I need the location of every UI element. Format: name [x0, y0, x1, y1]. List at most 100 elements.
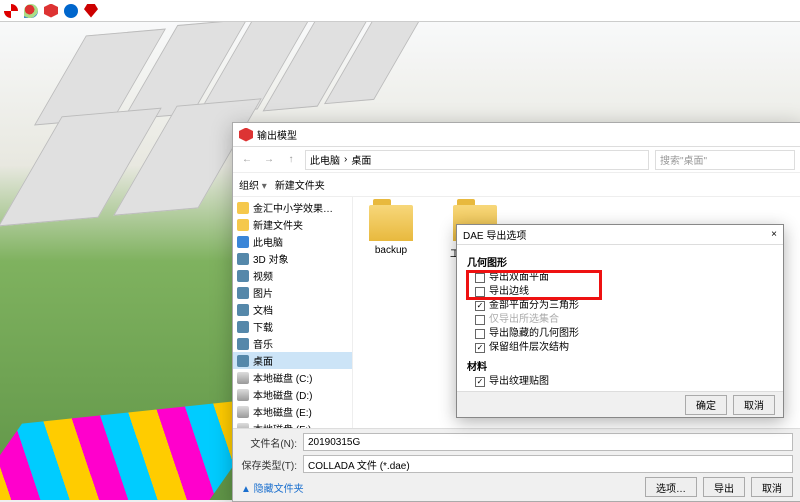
option-row[interactable]: 金部平面分为三角形	[467, 299, 773, 313]
folder-item[interactable]: backup	[361, 205, 421, 256]
breadcrumb-root[interactable]: 此电脑	[310, 152, 340, 167]
checkbox-icon[interactable]	[475, 343, 485, 353]
option-label: 金部平面分为三角形	[489, 299, 579, 313]
tree-item-label: 3D 对象	[253, 251, 289, 266]
filename-input[interactable]	[303, 433, 793, 451]
option-row[interactable]: 导出双面平面	[467, 271, 773, 285]
nav-forward-button[interactable]: →	[261, 152, 277, 168]
gen-icon	[237, 253, 249, 265]
tree-item[interactable]: 3D 对象	[233, 250, 352, 267]
gen-icon	[237, 338, 249, 350]
option-label: 导出边线	[489, 285, 529, 299]
palette-icon[interactable]	[24, 4, 38, 18]
tree-item-label: 金汇中小学效果…	[253, 200, 333, 215]
options-button[interactable]: 选项…	[645, 477, 697, 497]
option-row: 仅导出所选集合	[467, 313, 773, 327]
tree-item-label: 本地磁盘 (D:)	[253, 387, 312, 402]
tree-item-label: 音乐	[253, 336, 273, 351]
new-folder-button[interactable]: 新建文件夹	[275, 177, 325, 192]
export-button[interactable]: 导出	[703, 477, 745, 497]
tree-item-label: 图片	[253, 285, 273, 300]
tree-item[interactable]: 下载	[233, 318, 352, 335]
tree-item-label: 本地磁盘 (E:)	[253, 404, 312, 419]
folder-label: backup	[375, 245, 407, 256]
folder-tree[interactable]: 金汇中小学效果… 新建文件夹此电脑 3D 对象视频图片文档下载音乐桌面本地磁盘 (C…	[233, 197, 353, 428]
tree-item-label: 本地磁盘 (C:)	[253, 370, 312, 385]
dialog-footer: 文件名(N): 保存类型(T): ▲ 隐藏文件夹 选项… 导出 取消	[233, 428, 800, 501]
drive-icon	[237, 372, 249, 384]
option-row[interactable]: 导出隐藏的几何图形	[467, 327, 773, 341]
checkbox-icon[interactable]	[475, 287, 485, 297]
tree-item[interactable]: 本地磁盘 (E:)	[233, 403, 352, 420]
option-row[interactable]: 保留组件层次结构	[467, 341, 773, 355]
option-section-heading: 几何图形	[467, 254, 773, 269]
filetype-select[interactable]	[303, 455, 793, 473]
tree-item[interactable]: 本地磁盘 (D:)	[233, 386, 352, 403]
folder-icon	[369, 205, 413, 241]
tree-item[interactable]: 图片	[233, 284, 352, 301]
nav-up-button[interactable]: ↑	[283, 152, 299, 168]
tree-item[interactable]: 音乐	[233, 335, 352, 352]
tree-item-label: 新建文件夹	[253, 217, 303, 232]
checkbox-icon	[475, 315, 485, 325]
cancel-button[interactable]: 取消	[751, 477, 793, 497]
filename-label: 文件名(N):	[241, 435, 297, 450]
tree-item[interactable]: 本地磁盘 (C:)	[233, 369, 352, 386]
sketchup-icon	[239, 128, 253, 142]
breadcrumb[interactable]: 此电脑 › 桌面	[305, 150, 649, 170]
tree-item-label: 桌面	[253, 353, 273, 368]
drive-icon	[237, 406, 249, 418]
hide-folders-toggle[interactable]: ▲ 隐藏文件夹	[241, 480, 304, 495]
tree-item[interactable]: 视频	[233, 267, 352, 284]
gen-icon	[237, 270, 249, 282]
pc-icon	[237, 236, 249, 248]
gen-icon	[237, 304, 249, 316]
option-label: 导出双面平面	[489, 271, 549, 285]
option-row[interactable]: 导出边线	[467, 285, 773, 299]
checkbox-icon[interactable]	[475, 301, 485, 311]
tree-item[interactable]: 文档	[233, 301, 352, 318]
tree-item[interactable]: 此电脑	[233, 233, 352, 250]
dialog-toolbar: 组织 新建文件夹	[233, 173, 800, 197]
nav-back-button[interactable]: ←	[239, 152, 255, 168]
checkbox-icon[interactable]	[475, 273, 485, 283]
app-toolbar	[0, 0, 800, 22]
option-section-heading: 材料	[467, 358, 773, 373]
tree-item-label: 此电脑	[253, 234, 283, 249]
tree-item[interactable]: 桌面	[233, 352, 352, 369]
option-label: 仅导出所选集合	[489, 313, 559, 327]
tree-item-label: 下载	[253, 319, 273, 334]
tree-item[interactable]: 本地磁盘 (F:)	[233, 420, 352, 428]
dae-options-dialog: DAE 导出选项 × 几何图形导出双面平面导出边线金部平面分为三角形仅导出所选集…	[456, 224, 784, 418]
checkbox-icon[interactable]	[475, 329, 485, 339]
gen-icon	[237, 355, 249, 367]
search-input[interactable]: 搜索"桌面"	[655, 150, 795, 170]
tree-item-label: 文档	[253, 302, 273, 317]
gen-icon	[237, 321, 249, 333]
options-cancel-button[interactable]: 取消	[733, 395, 775, 415]
scissors-icon[interactable]	[4, 4, 18, 18]
close-icon[interactable]: ×	[771, 229, 777, 240]
dialog-title: 输出模型	[257, 127, 297, 142]
option-label: 导出纹理贴图	[489, 375, 549, 389]
checkbox-icon[interactable]	[475, 377, 485, 387]
gen-icon	[237, 287, 249, 299]
options-titlebar[interactable]: DAE 导出选项 ×	[457, 225, 783, 245]
dialog-nav: ← → ↑ 此电脑 › 桌面 搜索"桌面"	[233, 147, 800, 173]
sphere-icon[interactable]	[64, 4, 78, 18]
tree-item-label: 本地磁盘 (F:)	[253, 421, 311, 428]
cube-icon[interactable]	[44, 4, 58, 18]
tree-item[interactable]: 金汇中小学效果…	[233, 199, 352, 216]
option-label: 保留组件层次结构	[489, 341, 569, 355]
dialog-titlebar[interactable]: 输出模型	[233, 123, 800, 147]
option-row[interactable]: 导出纹理贴图	[467, 375, 773, 389]
options-ok-button[interactable]: 确定	[685, 395, 727, 415]
breadcrumb-current[interactable]: 桌面	[351, 152, 371, 167]
drive-icon	[237, 389, 249, 401]
organize-menu[interactable]: 组织	[239, 177, 267, 192]
folder-icon	[237, 219, 249, 231]
tree-item[interactable]: 新建文件夹	[233, 216, 352, 233]
filetype-label: 保存类型(T):	[241, 457, 297, 472]
ruby-icon[interactable]	[84, 4, 98, 18]
options-title: DAE 导出选项	[463, 227, 526, 242]
